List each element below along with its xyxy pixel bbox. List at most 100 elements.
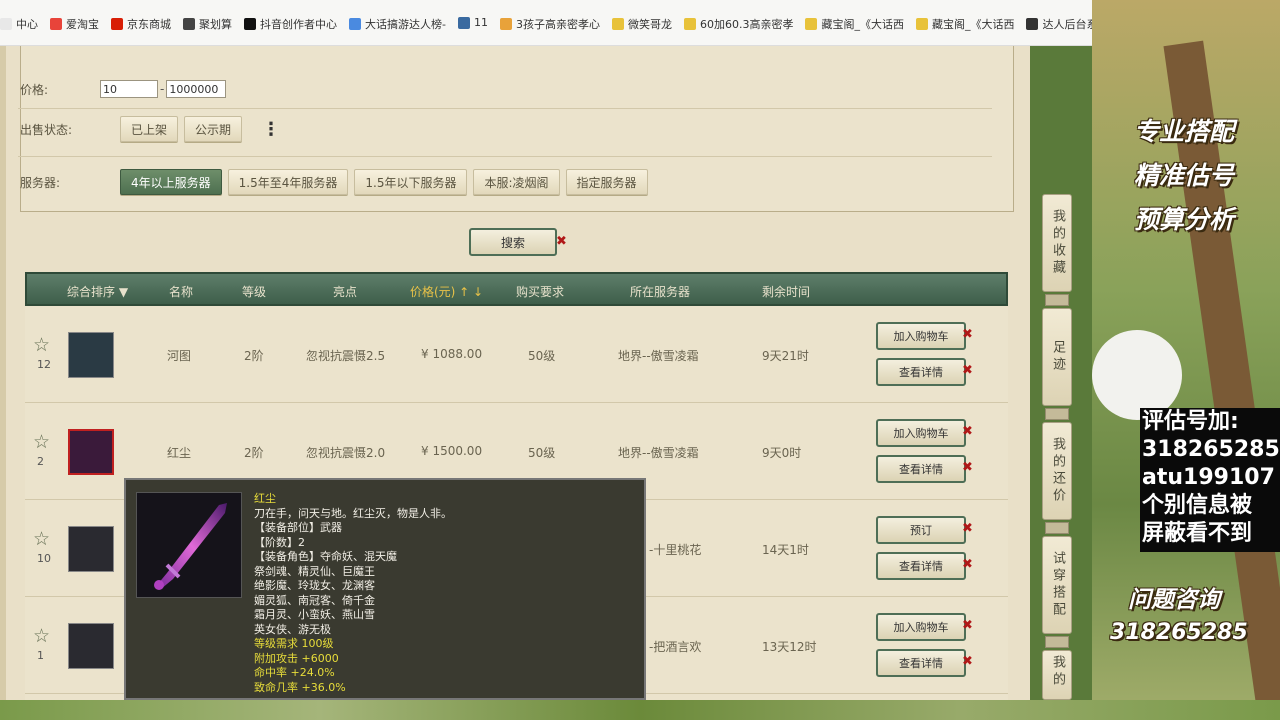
close-icon: ✖ (556, 234, 567, 249)
view-details-button[interactable]: 查看详情 (876, 552, 966, 580)
tooltip-slot: 【装备部位】武器 (254, 521, 342, 534)
view-details-button[interactable]: 查看详情 (876, 455, 966, 483)
bookmark-item[interactable]: 爱淘宝 (50, 16, 99, 32)
results-table-header: 综合排序 ▼ 名称 等级 亮点 价格(元) ↑ ↓ 购买要求 所在服务器 剩余时… (25, 272, 1008, 306)
bookmark-item[interactable]: 达人后台系 (1026, 16, 1092, 32)
favorite-star-icon[interactable]: ☆ (33, 431, 50, 453)
button-label: 查看详情 (899, 366, 943, 379)
sort-column-header[interactable]: 综合排序 ▼ (67, 283, 128, 300)
tooltip-item-name: 红尘 (254, 492, 276, 505)
bookmark-item[interactable]: 中心 (0, 16, 38, 32)
bookmark-label: 藏宝阁_《大话西 (931, 18, 1015, 31)
bookmark-item[interactable]: 60加60.3高亲密孝 (683, 16, 793, 32)
button-label: 加入购物车 (893, 427, 949, 440)
tooltip-roles: 霜月灵、小蛮妖、燕山雪 (254, 608, 375, 621)
tooltip-roles: 绝影魔、玲珑女、龙渊客 (254, 579, 375, 592)
item-highlight: 忽视抗震慑2.0 (306, 446, 386, 460)
server-label: 服务器: (20, 175, 61, 190)
view-details-button[interactable]: 查看详情 (876, 649, 966, 677)
close-icon: ✖ (962, 460, 973, 475)
footprint-link[interactable]: 足迹 (1042, 308, 1072, 406)
bookmark-item[interactable]: 聚划算 (183, 16, 232, 32)
view-details-button[interactable]: 查看详情 (876, 358, 966, 386)
status-listed-button[interactable]: 已上架 (120, 116, 179, 142)
bookmark-item[interactable]: 京东商城 (111, 16, 171, 32)
close-icon: ✖ (962, 654, 973, 669)
tooltip-attack: 附加攻击 +6000 (254, 651, 339, 665)
bookmark-item[interactable]: 微笑哥龙 (611, 16, 672, 32)
server-local-button[interactable]: 本服:凌烟阁 (473, 169, 560, 195)
bookmark-favicon-icon (0, 18, 12, 30)
bookmark-item[interactable]: 大话搞游达人榜- (349, 16, 446, 32)
favorite-star-icon[interactable]: ☆ (33, 625, 50, 647)
table-row: ☆ 12 河图 2阶 忽视抗震慑2.5 ¥ 1088.00 50级 地界--傲雪凌霜 9天21时… (25, 306, 1008, 403)
item-thumbnail[interactable] (68, 526, 114, 572)
server-under-1-5y-button[interactable]: 1.5年以下服务器 (354, 169, 468, 195)
bookmark-label: 聚划算 (199, 18, 232, 31)
tooltip-roles-title: 【装备角色】夺命妖、混天魔 (254, 550, 397, 563)
bookmark-favicon-icon (111, 18, 123, 30)
divider (18, 156, 992, 157)
status-notice-button[interactable]: 公示期 (184, 116, 243, 142)
nav-separator (1045, 294, 1069, 306)
item-large-image (136, 492, 242, 598)
item-thumbnail[interactable] (68, 332, 114, 378)
info-line: atu199107 (1142, 465, 1275, 490)
add-to-cart-button[interactable]: 加入购物车 (876, 419, 966, 447)
favorite-count: 2 (37, 455, 44, 468)
reserve-button[interactable]: 预订 (876, 516, 966, 544)
price-filter-row: 价格: - (20, 80, 227, 98)
item-name: 河图 (167, 349, 192, 363)
item-price: ¥ 1500.00 (421, 444, 483, 458)
favorite-star-icon[interactable]: ☆ (33, 528, 50, 550)
requirement-column-header: 购买要求 (516, 285, 565, 299)
item-requirement: 50级 (528, 446, 556, 460)
button-label: 加入购物车 (893, 621, 949, 634)
bookmark-item[interactable]: 11 (457, 16, 488, 29)
try-on-link[interactable]: 试穿搭配 (1042, 536, 1072, 634)
item-level: 2阶 (244, 446, 264, 460)
bookmark-favicon-icon (457, 16, 470, 29)
server-4y-plus-button[interactable]: 4年以上服务器 (120, 169, 222, 195)
bookmark-item[interactable]: 藏宝阁_《大话西 (915, 16, 1015, 32)
nav-label: 我的 (1050, 655, 1065, 689)
contact-info-box: 评估号加: 318265285 atu199107 个别信息被 屏蔽看不到 (1140, 408, 1280, 552)
server-1-5-to-4y-button[interactable]: 1.5年至4年服务器 (227, 169, 349, 195)
bookmark-label: 3孩子高亲密孝心 (515, 18, 600, 31)
item-server: -十里桃花 (649, 543, 702, 557)
tooltip-roles: 祭剑魂、精灵仙、巨魔王 (254, 564, 375, 578)
price-dash: - (160, 82, 165, 96)
item-thumbnail[interactable] (68, 429, 114, 475)
search-button[interactable]: 搜索 (469, 228, 557, 256)
more-options-icon[interactable]: ⋮ (262, 119, 280, 140)
button-label: 查看详情 (899, 463, 943, 476)
nav-label: 我的还价 (1050, 437, 1065, 505)
bookmark-favicon-icon (244, 18, 256, 30)
add-to-cart-button[interactable]: 加入购物车 (876, 322, 966, 350)
close-icon: ✖ (962, 521, 973, 536)
add-to-cart-button[interactable]: 加入购物车 (876, 613, 966, 641)
bookmark-item[interactable]: 藏宝阁_《大话西 (805, 16, 904, 32)
bottom-decoration (0, 700, 1280, 720)
favorite-star-icon[interactable]: ☆ (33, 334, 50, 356)
my-more-link[interactable]: 我的 (1042, 650, 1072, 700)
bookmark-favicon-icon (611, 18, 624, 30)
my-counteroffer-link[interactable]: 我的还价 (1042, 422, 1072, 520)
bookmark-item[interactable]: 3孩子高亲密孝心 (499, 16, 600, 32)
item-thumbnail[interactable] (68, 623, 114, 669)
item-tooltip-text: 红尘 刀在手，问天与地。红尘灭，物是人非。 【装备部位】武器 【阶数】2 【装备… (254, 492, 452, 695)
item-level: 2阶 (244, 349, 264, 363)
item-name: 红尘 (167, 446, 192, 460)
bookmark-label: 抖音创作者中心 (260, 18, 337, 31)
bookmark-label: 中心 (16, 18, 38, 31)
price-column-header[interactable]: 价格(元) ↑ ↓ (410, 283, 483, 300)
bookmark-favicon-icon (183, 18, 195, 30)
price-min-input[interactable] (100, 80, 158, 98)
price-max-input[interactable] (166, 80, 227, 98)
favorite-count: 1 (37, 649, 44, 662)
server-specified-button[interactable]: 指定服务器 (565, 169, 648, 195)
bookmark-item[interactable]: 抖音创作者中心 (244, 16, 337, 32)
item-time-left: 9天0时 (762, 446, 802, 460)
my-favorites-link[interactable]: 我的收藏 (1042, 194, 1072, 292)
item-highlight: 忽视抗震慑2.5 (306, 349, 386, 363)
